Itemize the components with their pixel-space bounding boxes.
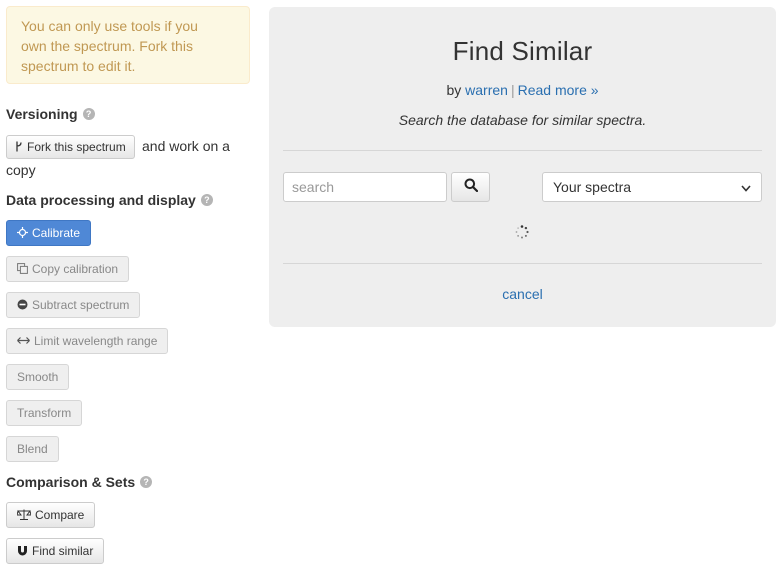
blend-button[interactable]: Blend [6,436,59,462]
blend-label: Blend [17,442,48,456]
calibrate-button[interactable]: Calibrate [6,220,92,246]
byline: by warren | Read more » [269,82,776,98]
compare-label: Compare [35,508,85,522]
limit-wavelength-button[interactable]: Limit wavelength range [6,328,169,354]
ownership-alert: You can only use tools if you own the sp… [6,6,250,84]
divider [283,263,762,264]
copy-calibration-button[interactable]: Copy calibration [6,256,130,282]
fork-button[interactable]: Fork this spectrum [6,135,135,159]
panel-title: Find Similar [452,36,593,66]
spectra-scope-select[interactable]: Your spectra [542,172,762,202]
search-input[interactable] [283,172,447,202]
read-more-link[interactable]: Read more » [518,82,599,98]
arrows-horizontal-icon [17,335,30,347]
processing-heading: Data processing and display ? [6,192,213,208]
smooth-button[interactable]: Smooth [6,364,70,390]
loading-spinner-icon [515,225,529,239]
help-icon[interactable]: ? [200,194,213,206]
sidebar: You can only use tools if you own the sp… [6,6,250,564]
crosshair-icon [17,226,28,240]
find-similar-label: Find similar [32,544,94,558]
subtract-spectrum-label: Subtract spectrum [32,298,130,312]
subtract-spectrum-button[interactable]: Subtract spectrum [6,292,141,318]
processing-heading-label: Data processing and display [6,192,196,208]
minus-circle-icon [17,299,28,312]
versioning-heading-label: Versioning [6,106,78,122]
versioning-heading: Versioning ? [6,106,95,122]
compare-button[interactable]: Compare [6,502,96,528]
find-similar-panel: Find Similar by warren | Read more » Searc… [269,7,776,327]
find-similar-button[interactable]: Find similar [6,538,105,564]
fork-button-label: Fork this spectrum [27,140,126,154]
panel-description: Search the database for similar spectra. [398,112,647,128]
magnet-icon [17,545,28,558]
by-prefix: by [446,82,462,98]
fork-hint-line-2: copy [6,162,36,178]
byline-separator: | [510,82,515,98]
smooth-label: Smooth [17,370,59,384]
search-button[interactable] [451,172,490,202]
help-icon[interactable]: ? [82,108,95,120]
select-value: Your spectra [553,179,632,195]
comparison-heading-label: Comparison & Sets [6,474,136,490]
balance-scale-icon [16,509,32,522]
help-icon[interactable]: ? [140,476,153,488]
copy-calibration-label: Copy calibration [32,262,119,276]
transform-label: Transform [17,406,72,420]
chevron-down-icon [741,179,751,195]
copy-icon [17,262,28,276]
calibrate-label: Calibrate [32,226,81,240]
transform-button[interactable]: Transform [6,400,83,426]
cancel-link[interactable]: cancel [269,286,776,302]
search-icon [464,178,478,197]
fork-icon [15,141,23,154]
author-link[interactable]: warren [465,82,508,98]
fork-hint-line-1: and work on a [142,138,230,154]
alert-line-1: You can only use tools if you [21,18,198,34]
divider [283,150,762,151]
alert-line-2: own the spectrum. Fork this [21,38,193,54]
alert-line-3: spectrum to edit it. [21,58,136,74]
comparison-heading: Comparison & Sets ? [6,474,153,490]
limit-wavelength-label: Limit wavelength range [34,334,158,348]
